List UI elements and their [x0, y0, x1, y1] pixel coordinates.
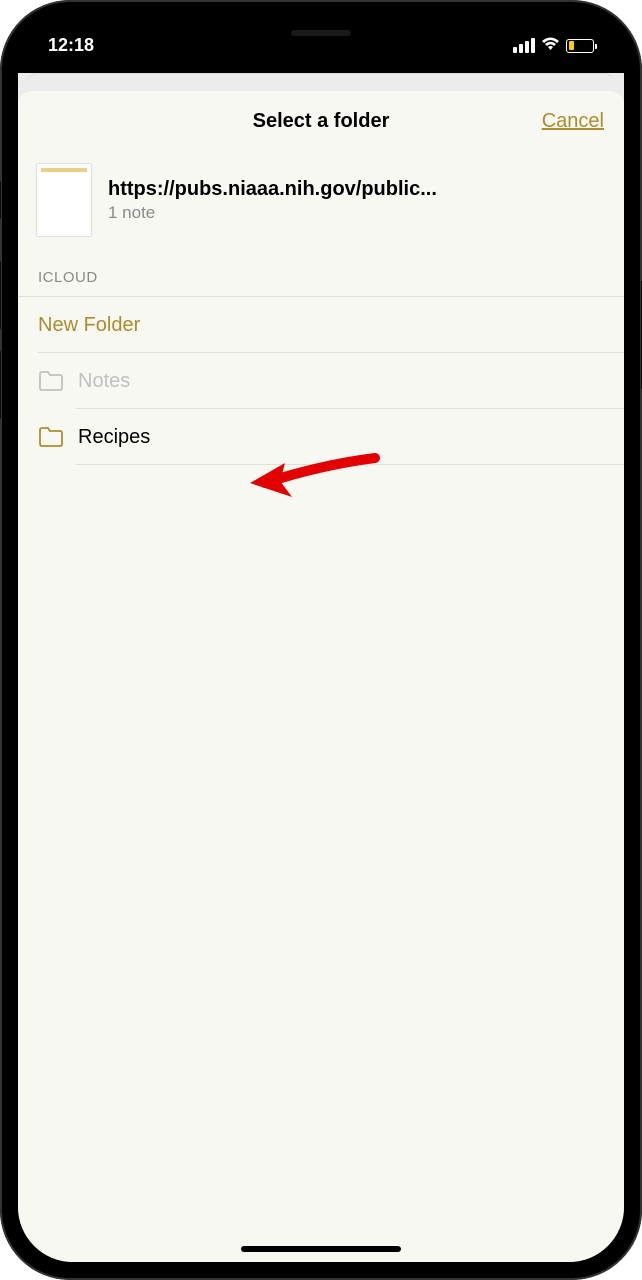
note-title: https://pubs.niaaa.nih.gov/public... — [108, 178, 606, 201]
battery-icon — [566, 39, 594, 53]
home-indicator[interactable] — [241, 1246, 401, 1252]
volume-up-button — [0, 260, 1, 330]
note-meta: https://pubs.niaaa.nih.gov/public... 1 n… — [108, 178, 606, 223]
status-time: 12:18 — [48, 35, 94, 56]
wifi-icon — [541, 35, 560, 56]
app-screen: Select a folder Cancel https://pubs.niaa… — [18, 73, 624, 1262]
folder-label: Notes — [78, 370, 130, 393]
background-sheet — [26, 73, 616, 91]
folder-row-recipes[interactable]: Recipes — [18, 409, 624, 465]
phone-screen: 12:18 Select a folder Cancel — [18, 18, 624, 1262]
folder-list: New Folder Notes Recip — [18, 296, 624, 465]
note-count: 1 note — [108, 203, 606, 223]
folder-icon — [38, 426, 64, 448]
sheet-header: Select a folder Cancel — [18, 91, 624, 153]
status-icons — [513, 35, 594, 56]
note-thumbnail — [36, 163, 92, 237]
phone-frame: 12:18 Select a folder Cancel — [0, 0, 642, 1280]
modal-sheet: Select a folder Cancel https://pubs.niaa… — [18, 91, 624, 1262]
folder-row-notes: Notes — [18, 353, 624, 409]
volume-down-button — [0, 350, 1, 420]
cellular-icon — [513, 38, 535, 53]
new-folder-label: New Folder — [38, 314, 140, 337]
silence-switch — [0, 180, 1, 220]
new-folder-button[interactable]: New Folder — [18, 297, 624, 353]
sheet-title: Select a folder — [253, 110, 390, 133]
cancel-button[interactable]: Cancel — [542, 110, 604, 133]
folder-icon — [38, 370, 64, 392]
section-header-icloud: ICLOUD — [18, 257, 624, 296]
folder-label: Recipes — [78, 426, 150, 449]
note-info: https://pubs.niaaa.nih.gov/public... 1 n… — [18, 153, 624, 257]
notch — [206, 18, 436, 53]
